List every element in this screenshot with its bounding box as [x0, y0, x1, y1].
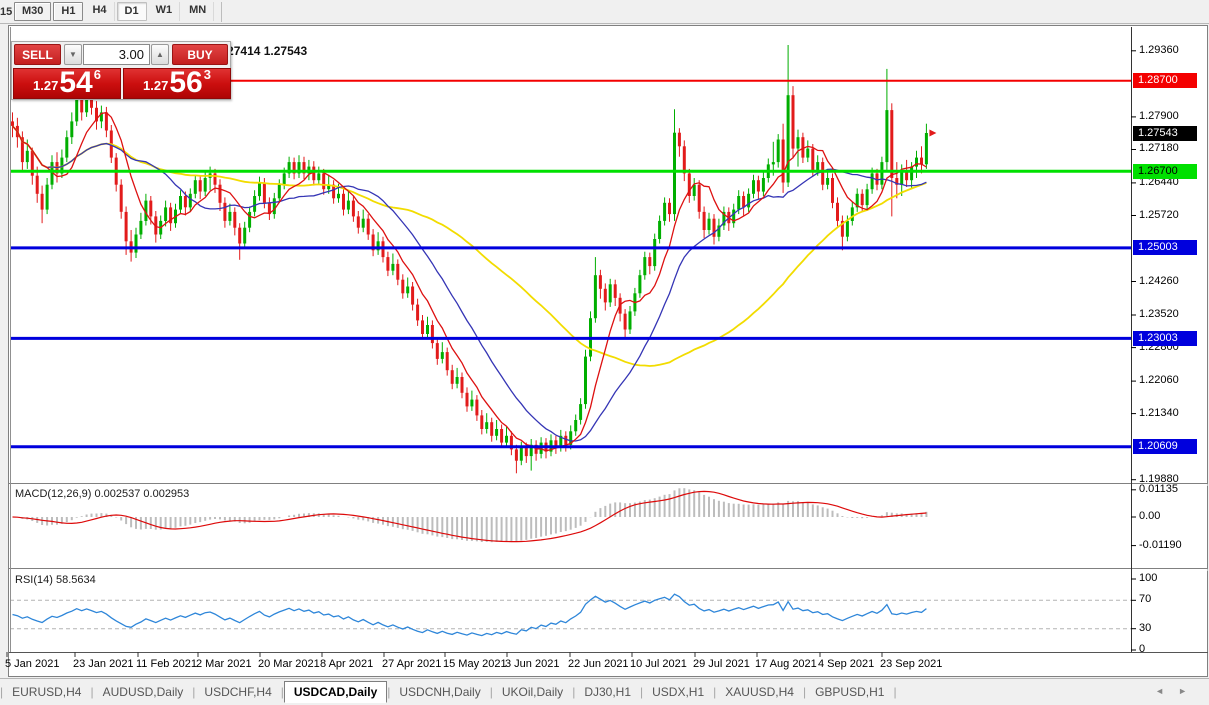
date-tick-label: 17 Aug 2021	[755, 658, 817, 670]
rsi-tick-label: 100	[1139, 572, 1157, 584]
date-tick-label: 8 Apr 2021	[320, 658, 373, 670]
price-tick-label: 1.25720	[1139, 209, 1205, 221]
buy-button[interactable]: BUY	[172, 44, 228, 65]
timeframe-toolbar: 15 M30H1H4D1W1MN	[0, 0, 1209, 24]
chart-tab-usdcad[interactable]: USDCAD,Daily	[284, 681, 387, 703]
chart-tab-usdchf[interactable]: USDCHF,H4	[195, 682, 280, 702]
timeframe-h1-button[interactable]: H1	[53, 2, 83, 21]
price-tick-label: 1.22060	[1139, 374, 1205, 386]
sell-price-tile[interactable]: 1.27 54 6	[13, 68, 121, 99]
rsi-label: RSI(14) 58.5634	[15, 574, 96, 586]
buy-price-prefix: 1.27	[143, 78, 168, 93]
toolbar-separator	[221, 2, 222, 22]
buy-price-tile[interactable]: 1.27 56 3	[123, 68, 231, 99]
date-tick-label: 27 Apr 2021	[382, 658, 441, 670]
date-tick-label: 10 Jul 2021	[630, 658, 687, 670]
sell-price-pips: 54	[59, 70, 92, 96]
tab-scroll-arrows[interactable]: ◄►	[1155, 686, 1201, 696]
date-tick-label: 23 Jan 2021	[73, 658, 134, 670]
chart-tab-audusd[interactable]: AUDUSD,Daily	[94, 682, 193, 702]
price-tick-label: 1.21340	[1139, 407, 1205, 419]
chart-tab-usdx[interactable]: USDX,H1	[643, 682, 713, 702]
timeframe-mn-button[interactable]: MN	[182, 2, 214, 21]
macd-tick-label: -0.01190	[1139, 539, 1182, 551]
one-click-trading-panel: SELL ▼ ▲ BUY 1.27 54 6 1.27 56 3	[11, 41, 231, 100]
date-tick-label: 11 Feb 2021	[136, 658, 197, 670]
timeframe-w1-button[interactable]: W1	[149, 2, 181, 21]
price-level-flag: 1.23003	[1133, 331, 1197, 346]
chart-tab-eurusd[interactable]: EURUSD,H4	[3, 682, 90, 702]
date-tick-label: 22 Jun 2021	[568, 658, 629, 670]
date-tick-label: 29 Jul 2021	[693, 658, 750, 670]
buy-price-pips: 56	[169, 70, 202, 96]
chart-tab-bar: |EURUSD,H4|AUDUSD,Daily|USDCHF,H4|USDCAD…	[0, 678, 1209, 705]
price-level-flag: 1.28700	[1133, 73, 1197, 88]
date-tick-label: 2 Mar 2021	[196, 658, 252, 670]
date-tick-label: 20 Mar 2021	[258, 658, 320, 670]
buy-price-point: 3	[204, 67, 211, 82]
tab-separator: |	[893, 685, 896, 699]
macd-tick-label: 0.01135	[1139, 483, 1178, 495]
price-level-flag: 1.25003	[1133, 240, 1197, 255]
chart-window	[8, 25, 1208, 677]
price-tick-label: 1.24260	[1139, 275, 1205, 287]
price-tick-label: 1.23520	[1139, 308, 1205, 320]
timeframe-m15-clipped[interactable]: 15	[0, 6, 13, 18]
price-tick-label: 1.29360	[1139, 44, 1205, 56]
mt4-window: { "toolbar": { "clipped_label": "15", "t…	[0, 0, 1209, 705]
chart-tab-gbpusd[interactable]: GBPUSD,H1	[806, 682, 893, 702]
price-tick-label: 1.27180	[1139, 142, 1205, 154]
volume-increase-button[interactable]: ▲	[151, 44, 169, 65]
chart-tab-usdcnh[interactable]: USDCNH,Daily	[390, 682, 489, 702]
timeframe-m30-button[interactable]: M30	[14, 2, 51, 21]
volume-input[interactable]	[83, 44, 150, 65]
price-level-flag: 1.20609	[1133, 439, 1197, 454]
price-level-flag: 1.26700	[1133, 164, 1197, 179]
chart-tab-ukoil[interactable]: UKOil,Daily	[493, 682, 572, 702]
price-level-flag: 1.27543	[1133, 126, 1197, 141]
rsi-tick-label: 0	[1139, 643, 1145, 655]
date-tick-label: 3 Jun 2021	[505, 658, 559, 670]
sell-button[interactable]: SELL	[14, 44, 61, 65]
rsi-tick-label: 70	[1139, 593, 1151, 605]
sell-price-prefix: 1.27	[33, 78, 58, 93]
date-tick-label: 15 May 2021	[443, 658, 507, 670]
date-tick-label: 4 Sep 2021	[818, 658, 874, 670]
price-tick-label: 1.27900	[1139, 110, 1205, 122]
volume-decrease-button[interactable]: ▼	[64, 44, 82, 65]
timeframe-d1-button[interactable]: D1	[117, 2, 147, 21]
timeframe-h4-button[interactable]: H4	[85, 2, 114, 21]
sell-price-point: 6	[94, 67, 101, 82]
chart-tab-dj30[interactable]: DJ30,H1	[575, 682, 640, 702]
date-tick-label: 5 Jan 2021	[5, 658, 59, 670]
chart-tab-xauusd[interactable]: XAUUSD,H4	[716, 682, 803, 702]
rsi-tick-label: 30	[1139, 622, 1151, 634]
macd-tick-label: 0.00	[1139, 510, 1160, 522]
date-tick-label: 23 Sep 2021	[880, 658, 942, 670]
macd-label: MACD(12,26,9) 0.002537 0.002953	[15, 488, 189, 500]
